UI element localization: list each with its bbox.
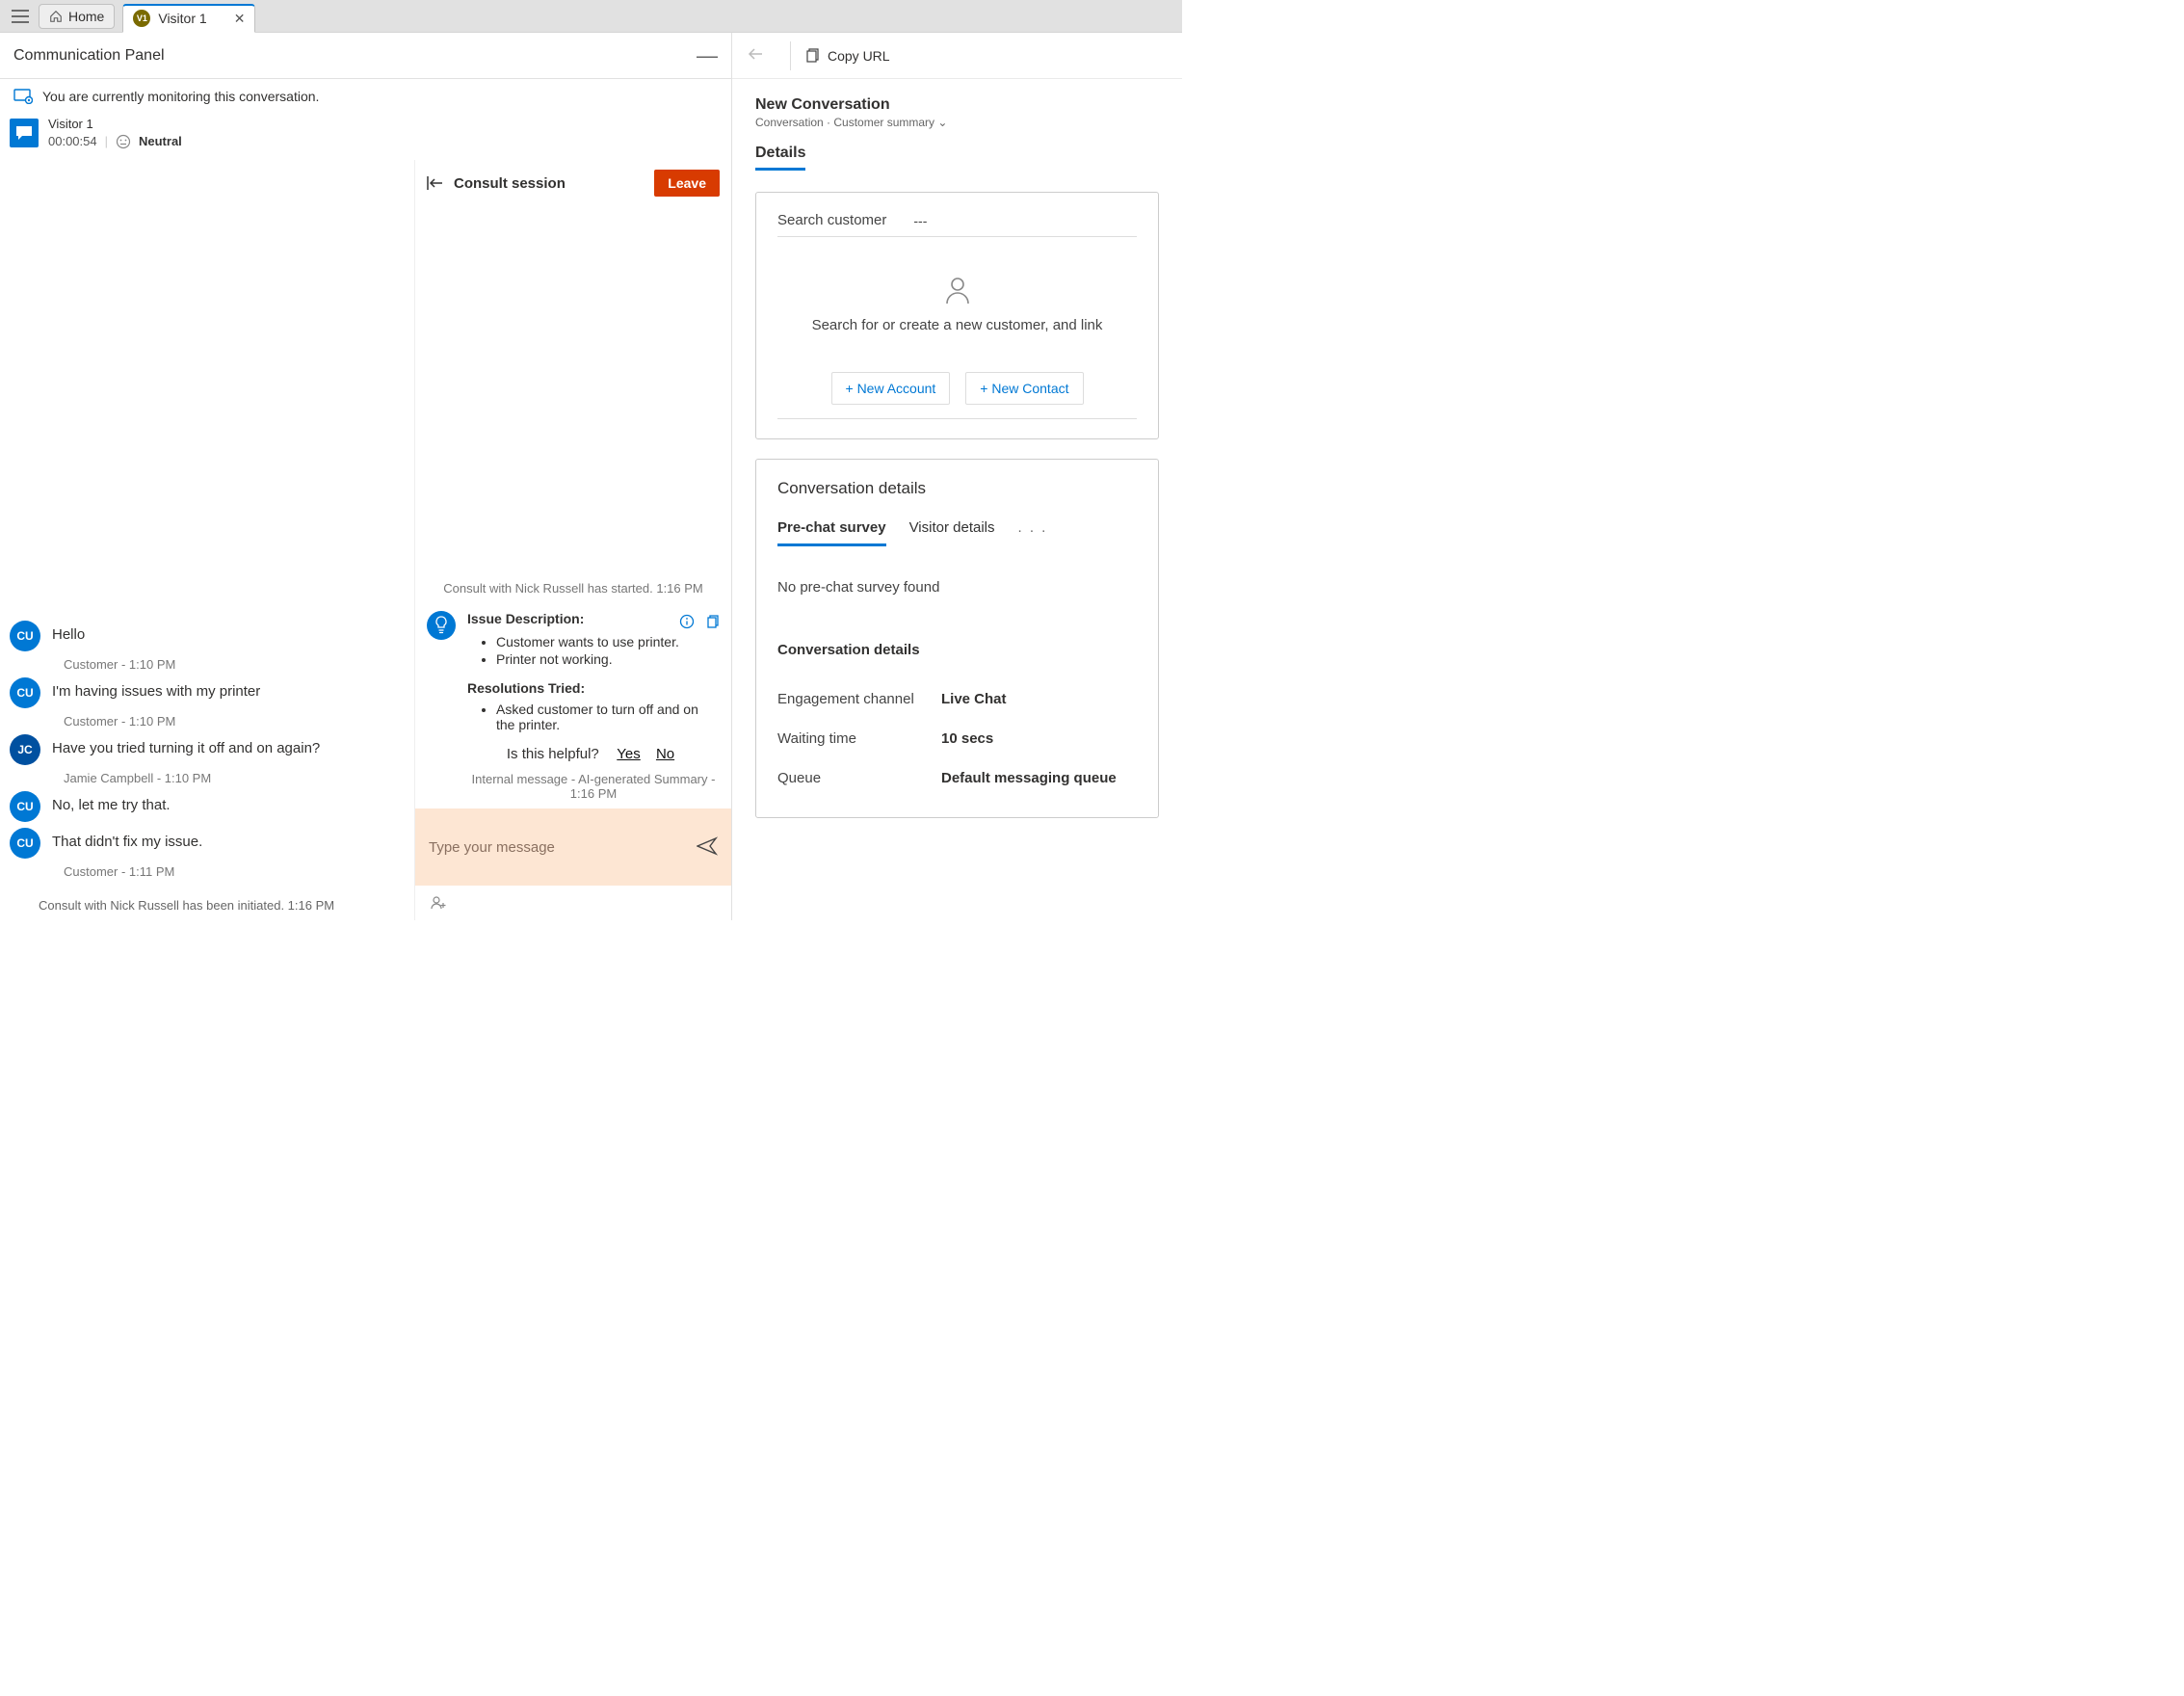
- resolutions-title: Resolutions Tried:: [467, 680, 720, 696]
- detail-key: Engagement channel: [777, 691, 941, 707]
- monitor-icon: [13, 89, 33, 104]
- compose-area[interactable]: [415, 808, 731, 886]
- message-meta: Customer - 1:10 PM: [64, 714, 405, 729]
- back-icon[interactable]: [748, 47, 776, 64]
- tab-prechat-survey[interactable]: Pre-chat survey: [777, 519, 886, 546]
- new-contact-button[interactable]: + New Contact: [965, 372, 1083, 405]
- message-meta: Customer - 1:10 PM: [64, 657, 405, 672]
- message-meta: Jamie Campbell - 1:10 PM: [64, 771, 405, 785]
- message-avatar: JC: [10, 734, 40, 765]
- conversation-details-title: Conversation details: [777, 479, 1137, 498]
- leave-button[interactable]: Leave: [654, 170, 720, 197]
- detail-row: Waiting time10 secs: [777, 719, 1137, 758]
- message-text: No, let me try that.: [52, 791, 171, 813]
- search-customer-label: Search customer: [777, 212, 886, 228]
- empty-survey-text: No pre-chat survey found: [777, 579, 1137, 596]
- helpful-prompt: Is this helpful? Yes No: [467, 746, 720, 762]
- empty-customer-text: Search for or create a new customer, and…: [777, 317, 1137, 333]
- home-icon: [49, 10, 63, 23]
- record-title: New Conversation: [755, 96, 1159, 114]
- message-text: Have you tried turning it off and on aga…: [52, 734, 320, 756]
- copy-url-label: Copy URL: [828, 48, 890, 64]
- collapse-left-icon[interactable]: [427, 175, 444, 191]
- sentiment-neutral-icon: [116, 134, 131, 149]
- tab-home-label: Home: [68, 9, 104, 24]
- helpful-no-link[interactable]: No: [656, 746, 674, 762]
- detail-value: 10 secs: [941, 730, 993, 747]
- issue-item: Customer wants to use printer.: [496, 634, 720, 649]
- tab-more[interactable]: . . .: [1018, 519, 1048, 543]
- detail-row: QueueDefault messaging queue: [777, 758, 1137, 798]
- communication-panel-title: Communication Panel: [13, 47, 165, 65]
- copy-url-icon: [804, 48, 820, 64]
- internal-message-meta: Internal message - AI-generated Summary …: [467, 772, 720, 801]
- issue-item: Printer not working.: [496, 651, 720, 667]
- consult-started-message: Consult with Nick Russell has started. 1…: [427, 581, 720, 596]
- tab-home[interactable]: Home: [39, 4, 115, 29]
- chat-transcript: CU Hello Customer - 1:10 PM CU I'm having is…: [0, 160, 414, 920]
- communication-panel-header: Communication Panel —: [0, 33, 731, 79]
- close-icon[interactable]: ✕: [234, 11, 246, 27]
- chat-message: JC Have you tried turning it off and on a…: [10, 734, 405, 785]
- detail-value: Live Chat: [941, 691, 1007, 707]
- helpful-yes-link[interactable]: Yes: [617, 746, 640, 762]
- consult-header: Consult session Leave: [415, 160, 731, 206]
- copy-icon[interactable]: [704, 614, 720, 629]
- session-sentiment: Neutral: [139, 133, 182, 150]
- ai-summary-block: Issue Description: Customer wants to use…: [427, 611, 720, 808]
- customer-search-card: Search customer --- Search for or create…: [755, 192, 1159, 439]
- right-toolbar: Copy URL: [732, 33, 1182, 79]
- copy-url-button[interactable]: Copy URL: [804, 48, 890, 64]
- chat-icon: [10, 119, 39, 147]
- search-customer-value[interactable]: ---: [913, 213, 927, 228]
- session-visitor-name: Visitor 1: [48, 116, 182, 133]
- new-account-button[interactable]: + New Account: [831, 372, 951, 405]
- message-meta: Customer - 1:11 PM: [64, 864, 405, 879]
- tab-visitor-label: Visitor 1: [158, 11, 206, 26]
- session-timer: 00:00:54: [48, 133, 97, 150]
- monitoring-text: You are currently monitoring this conver…: [42, 89, 319, 104]
- chat-message: CU That didn't fix my issue. Customer - 1:…: [10, 828, 405, 879]
- system-message: Consult with Nick Russell has been initi…: [39, 898, 405, 913]
- lightbulb-icon: [427, 611, 456, 640]
- divider: |: [105, 133, 108, 150]
- message-text: I'm having issues with my printer: [52, 677, 260, 700]
- detail-row: Engagement channelLive Chat: [777, 679, 1137, 719]
- chat-message: CU No, let me try that.: [10, 791, 405, 822]
- top-bar: Home V1 Visitor 1 ✕: [0, 0, 1182, 33]
- info-icon[interactable]: [679, 614, 695, 629]
- chat-message: CU I'm having issues with my printer Custo…: [10, 677, 405, 729]
- visitor-avatar-badge: V1: [133, 10, 150, 27]
- send-icon[interactable]: [697, 836, 718, 859]
- kv-section-title: Conversation details: [777, 642, 1137, 658]
- details-tab[interactable]: Details: [755, 145, 805, 171]
- record-subtitle[interactable]: Conversation · Customer summary ⌄: [755, 116, 1159, 129]
- tab-visitor-1[interactable]: V1 Visitor 1 ✕: [122, 4, 255, 33]
- detail-value: Default messaging queue: [941, 770, 1117, 786]
- active-session-card[interactable]: Visitor 1 00:00:54 | Neutral: [0, 112, 731, 160]
- chat-message: CU Hello Customer - 1:10 PM: [10, 621, 405, 672]
- message-avatar: CU: [10, 791, 40, 822]
- add-people-icon[interactable]: [431, 895, 448, 911]
- message-text: Hello: [52, 621, 85, 643]
- detail-key: Queue: [777, 770, 941, 786]
- conversation-details-card: Conversation details Pre-chat survey Vis…: [755, 459, 1159, 818]
- message-input[interactable]: [429, 839, 697, 856]
- tab-visitor-details[interactable]: Visitor details: [909, 519, 995, 543]
- issue-description-title: Issue Description:: [467, 611, 584, 626]
- person-icon: [777, 276, 1137, 307]
- hamburger-menu[interactable]: [6, 4, 35, 29]
- message-avatar: CU: [10, 828, 40, 859]
- minimize-icon[interactable]: —: [697, 43, 718, 68]
- message-avatar: CU: [10, 621, 40, 651]
- toolbar-divider: [790, 41, 791, 70]
- monitoring-banner: You are currently monitoring this conver…: [0, 79, 731, 112]
- consult-title: Consult session: [454, 175, 645, 192]
- message-avatar: CU: [10, 677, 40, 708]
- detail-key: Waiting time: [777, 730, 941, 747]
- resolution-item: Asked customer to turn off and on the pr…: [496, 702, 720, 732]
- message-text: That didn't fix my issue.: [52, 828, 202, 850]
- record-header: New Conversation Conversation · Customer…: [732, 79, 1182, 192]
